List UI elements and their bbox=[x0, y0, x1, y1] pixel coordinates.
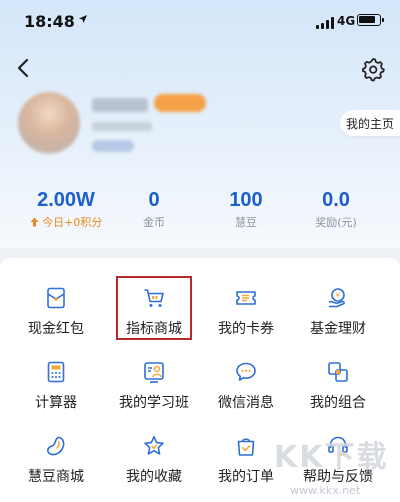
menu-item-label: 微信消息 bbox=[218, 395, 274, 411]
svg-text:¥: ¥ bbox=[336, 292, 341, 300]
rewards-label: 奖励(元) bbox=[315, 216, 357, 229]
rewards-value: 0.0 bbox=[322, 189, 350, 211]
signal-icon bbox=[316, 17, 334, 29]
watermark: KK下载 www.kkx.net bbox=[268, 426, 400, 502]
stat-coins[interactable]: 0 金币 bbox=[104, 188, 204, 230]
menu-item-label: 现金红包 bbox=[28, 321, 84, 337]
stat-rewards[interactable]: 0.0 奖励(元) bbox=[286, 188, 386, 230]
ticket-icon bbox=[236, 291, 256, 305]
network-type: 4G bbox=[337, 14, 356, 28]
level-badge-blurred bbox=[154, 94, 206, 112]
user-subtitle-blurred bbox=[92, 122, 152, 131]
red-packet-icon bbox=[47, 287, 65, 309]
battery-icon bbox=[357, 14, 384, 26]
star-icon bbox=[144, 436, 164, 455]
menu-item-my-favorites[interactable]: 我的收藏 bbox=[104, 434, 204, 502]
watermark-text: KK下载 bbox=[274, 440, 389, 475]
coins-value: 0 bbox=[148, 189, 160, 211]
my-homepage-button[interactable]: 我的主页 bbox=[340, 110, 400, 136]
menu-item-calculator[interactable]: 计算器 bbox=[6, 360, 106, 438]
calculator-icon bbox=[47, 361, 65, 383]
menu-item-label: 我的学习班 bbox=[119, 395, 189, 411]
chevron-left-icon[interactable] bbox=[12, 56, 36, 80]
order-bag-icon bbox=[237, 438, 255, 456]
menu-item-fund-finance[interactable]: ¥ 基金理财 bbox=[288, 286, 388, 364]
points-value: 2.00W bbox=[37, 189, 95, 211]
menu-item-label: 基金理财 bbox=[310, 321, 366, 337]
menu-item-label: 慧豆商城 bbox=[28, 469, 84, 485]
menu-item-my-study-class[interactable]: 我的学习班 bbox=[104, 360, 204, 438]
menu-item-my-coupons[interactable]: 我的卡券 bbox=[196, 286, 296, 364]
points-label: 今日+0积分 bbox=[16, 216, 116, 230]
beans-value: 100 bbox=[229, 189, 263, 211]
study-class-icon bbox=[144, 362, 164, 383]
fund-icon: ¥ bbox=[328, 288, 345, 308]
portfolio-icon bbox=[328, 362, 348, 382]
stat-points[interactable]: 2.00W 今日+0积分 bbox=[16, 188, 116, 230]
status-time: 18:48 bbox=[24, 12, 75, 31]
arrow-up-icon bbox=[30, 217, 39, 227]
menu-item-cash-red-packet[interactable]: 现金红包 bbox=[6, 286, 106, 364]
menu-item-label: 我的收藏 bbox=[126, 469, 182, 485]
status-bar: 18:48 4G bbox=[0, 0, 400, 44]
watermark-url: www.kkx.net bbox=[290, 484, 361, 497]
gear-icon[interactable] bbox=[360, 56, 386, 82]
menu-item-label: 我的组合 bbox=[310, 395, 366, 411]
coins-label: 金币 bbox=[143, 216, 165, 229]
location-arrow-icon bbox=[79, 15, 87, 23]
user-tag-blurred bbox=[92, 140, 134, 152]
menu-item-bean-mall[interactable]: 慧豆商城 bbox=[6, 434, 106, 502]
avatar[interactable] bbox=[18, 92, 80, 154]
beans-label: 慧豆 bbox=[235, 216, 257, 229]
menu-item-label: 计算器 bbox=[35, 395, 77, 411]
highlight-box bbox=[116, 276, 192, 340]
stat-beans[interactable]: 100 慧豆 bbox=[196, 188, 296, 230]
nickname-blurred bbox=[92, 98, 148, 112]
chat-bubble-icon bbox=[236, 362, 256, 381]
menu-item-label: 我的卡券 bbox=[218, 321, 274, 337]
bean-icon bbox=[46, 436, 65, 456]
